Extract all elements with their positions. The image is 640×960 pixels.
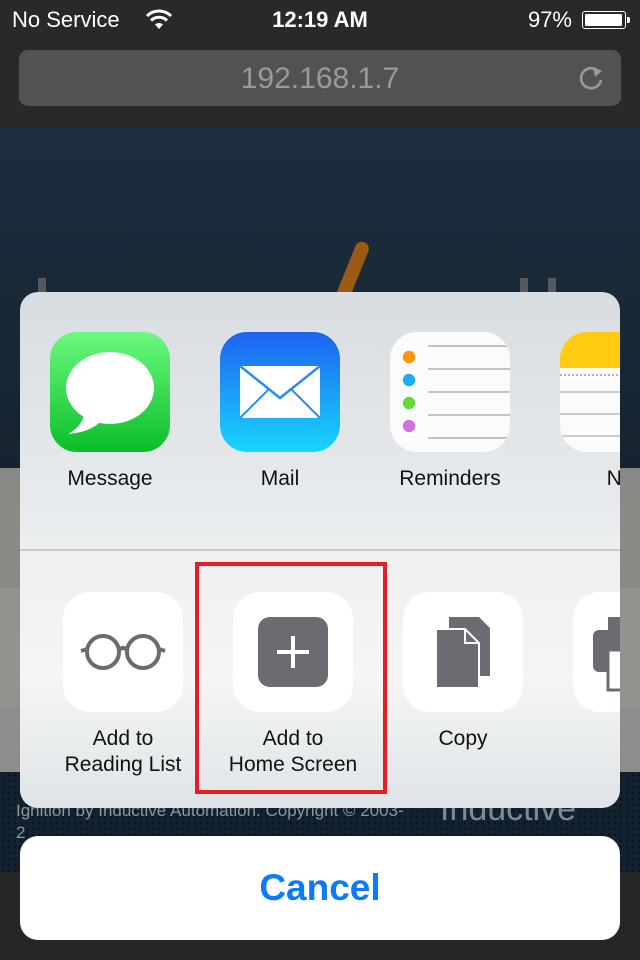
share-app-reminders[interactable]: Reminders (375, 332, 525, 492)
copy-icon (403, 592, 523, 712)
share-app-label: Message (67, 467, 153, 490)
browser-chrome: No Service 12:19 AM 97% 192.168.1.7 (0, 0, 640, 128)
status-bar: No Service 12:19 AM 97% (0, 0, 640, 40)
action-label: Add to Reading List (64, 727, 182, 776)
messages-icon (50, 332, 170, 452)
highlight-box (195, 562, 387, 794)
action-print[interactable]: P (558, 592, 620, 752)
cancel-label: Cancel (259, 867, 381, 908)
action-label: P (558, 726, 620, 752)
battery-percent: 97% (527, 7, 572, 32)
battery-icon (582, 11, 630, 29)
share-app-label: Reminders (399, 467, 501, 490)
share-app-message[interactable]: Message (35, 332, 185, 492)
share-app-notes[interactable]: No (545, 332, 620, 492)
cancel-button[interactable]: Cancel (20, 836, 620, 940)
share-app-label: Mail (260, 467, 300, 490)
action-label: Copy (438, 727, 488, 750)
print-icon (573, 592, 620, 712)
url-text[interactable]: 192.168.1.7 (19, 62, 621, 96)
share-app-mail[interactable]: Mail (205, 332, 355, 492)
mail-icon (220, 332, 340, 452)
reminders-icon (390, 332, 510, 452)
action-copy[interactable]: Copy (388, 592, 538, 752)
share-apps-row[interactable]: Message Mail Reminders N (20, 292, 620, 550)
reload-icon[interactable] (577, 63, 607, 93)
address-bar[interactable]: 192.168.1.7 (19, 50, 621, 106)
action-add-to-reading-list[interactable]: Add to Reading List (48, 592, 198, 778)
notes-icon (560, 332, 620, 452)
share-app-label: No (606, 467, 620, 490)
glasses-icon (63, 592, 183, 712)
